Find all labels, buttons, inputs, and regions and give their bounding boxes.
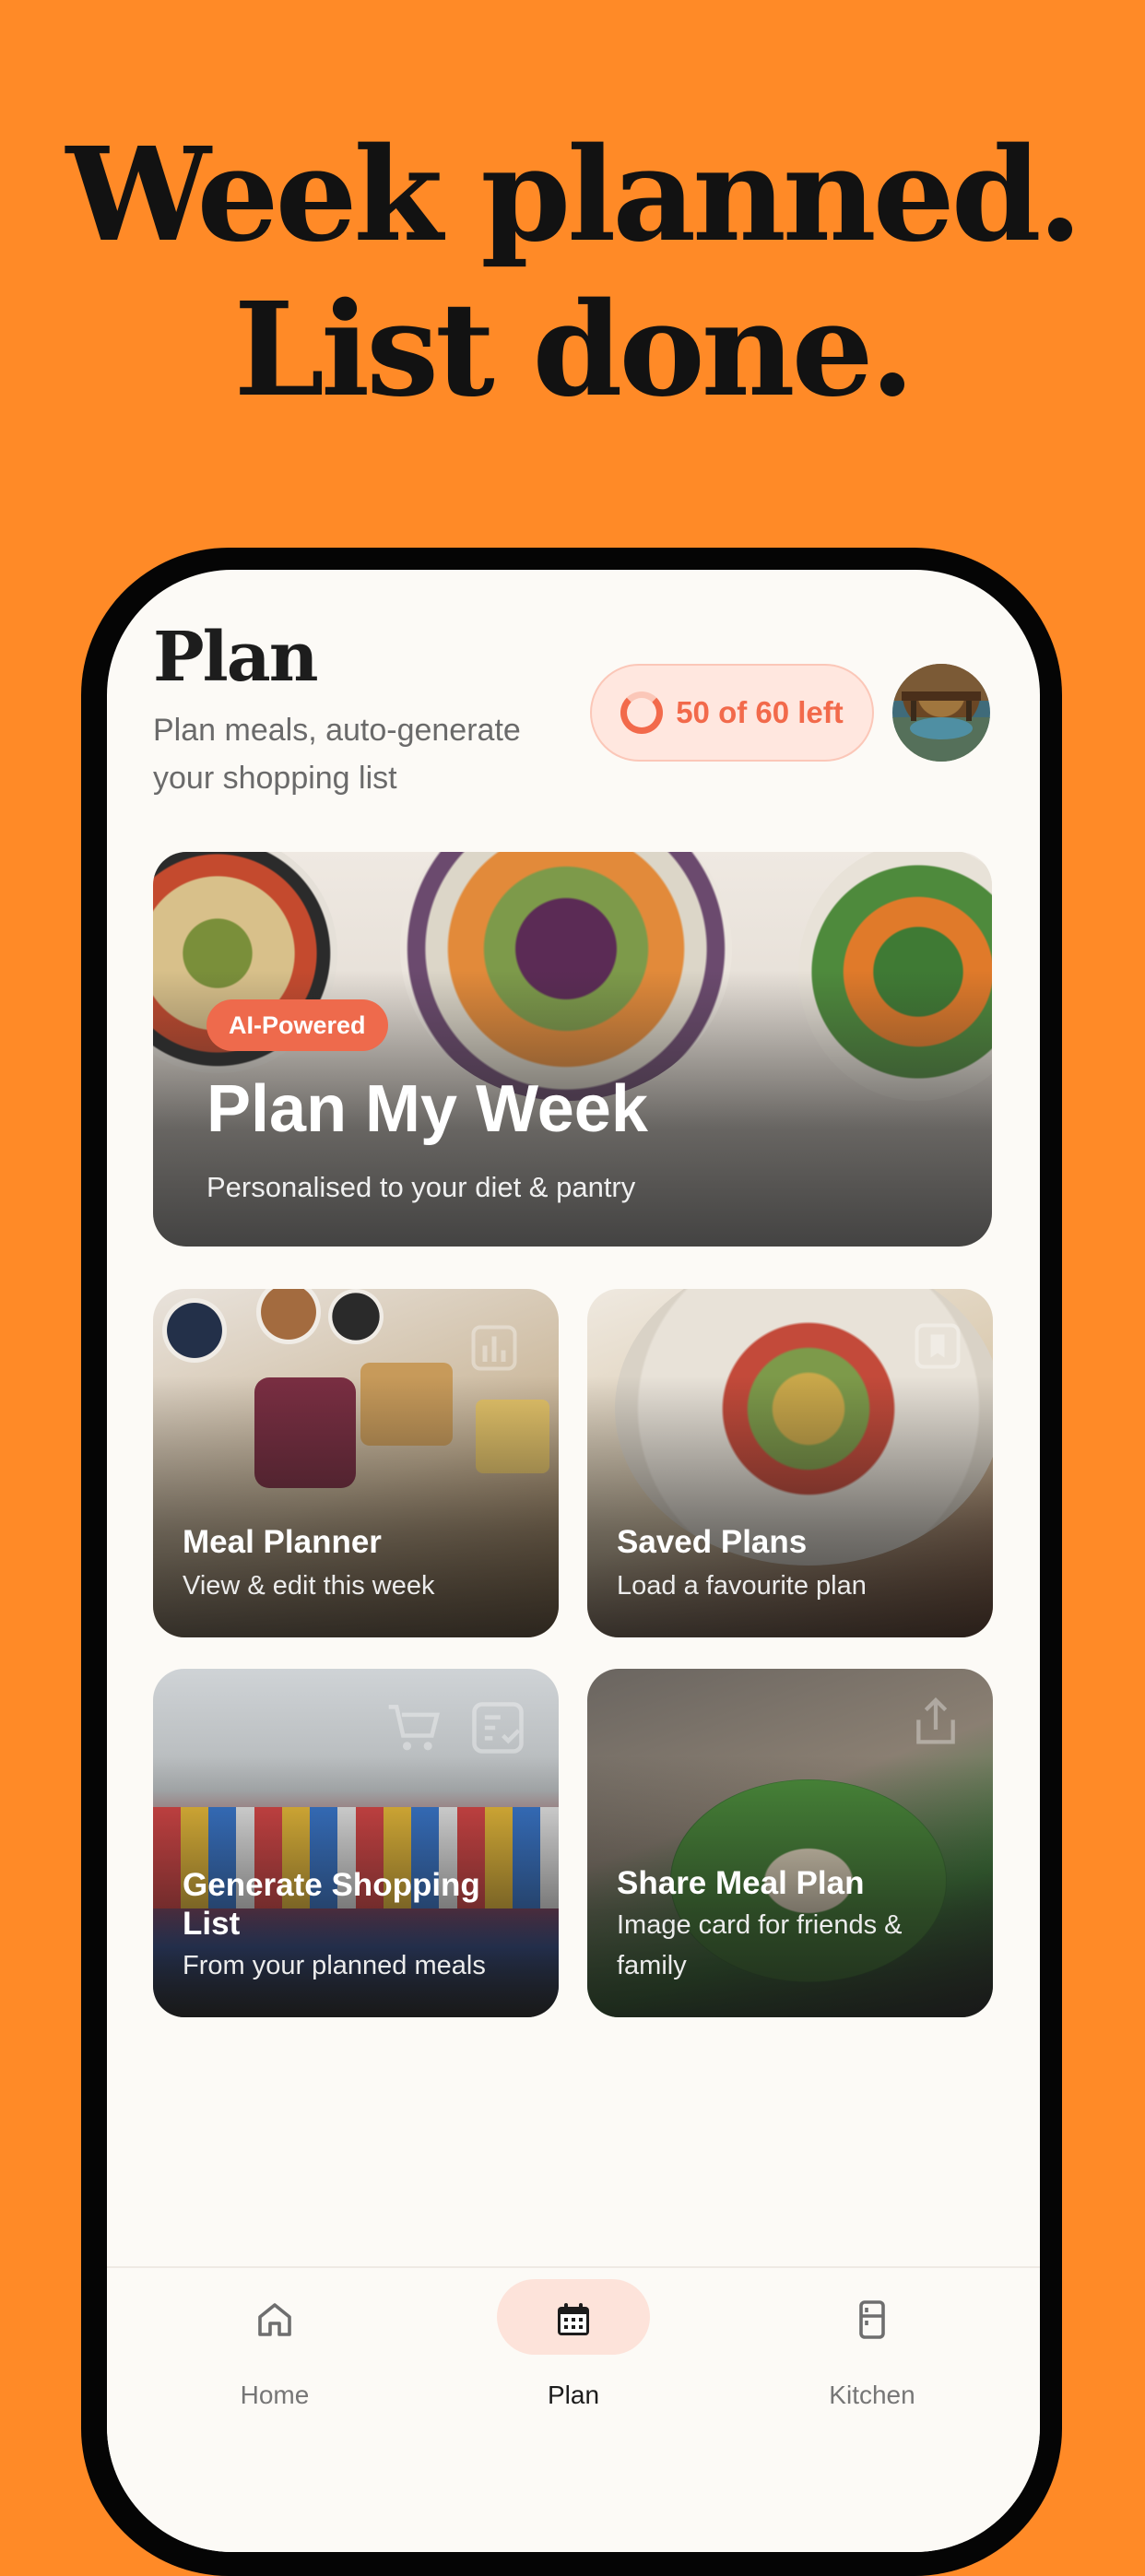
tab-label: Home	[240, 2381, 310, 2409]
share-icon	[916, 1696, 955, 1744]
card-subtitle: From your planned meals	[183, 1951, 486, 1980]
page-subtitle: Plan meals, auto-generate your shopping …	[153, 713, 521, 796]
headline-line-2: List done.	[233, 275, 915, 426]
hero-title: Plan My Week	[207, 1072, 648, 1146]
marketing-headline: Week planned. List done.	[0, 118, 1145, 428]
tab-label: Plan	[547, 2381, 600, 2409]
home-icon	[258, 2303, 291, 2336]
headline-line-1: Week planned.	[65, 120, 1083, 271]
fridge-icon	[859, 2300, 885, 2339]
share-meal-plan-card[interactable]: Share Meal Plan Image card for friends &…	[587, 1669, 993, 2017]
card-title: Share Meal Plan	[617, 1865, 865, 1901]
page-title: Plan	[153, 618, 319, 697]
calendar-icon	[558, 2303, 589, 2335]
card-title: Generate Shopping List	[183, 1867, 480, 1942]
meal-planner-card[interactable]: Meal Planner View & edit this week	[153, 1289, 559, 1637]
quota-text: 50 of 60 left	[676, 695, 844, 729]
card-title: Saved Plans	[617, 1524, 808, 1560]
generation-quota-badge[interactable]: 50 of 60 left	[590, 664, 874, 762]
card-subtitle: Load a favourite plan	[617, 1571, 867, 1601]
bottom-tab-bar: Home Plan Kitchen	[107, 2266, 1040, 2552]
app-screen: Plan Plan meals, auto-generate your shop…	[107, 570, 1040, 2552]
card-title: Meal Planner	[183, 1524, 382, 1560]
shopping-cart-icon	[388, 1705, 440, 1751]
tab-label: Kitchen	[829, 2381, 915, 2409]
checklist-icon	[472, 1702, 524, 1754]
hero-subtitle: Personalised to your diet & pantry	[207, 1171, 636, 1203]
saved-plans-card[interactable]: Saved Plans Load a favourite plan	[587, 1289, 993, 1637]
bar-chart-icon	[471, 1325, 517, 1371]
avatar[interactable]	[892, 664, 990, 762]
ai-powered-badge: AI-Powered	[207, 999, 388, 1051]
card-subtitle: Image card for friends & family	[617, 1910, 903, 1980]
plan-my-week-card[interactable]: AI-Powered Plan My Week Personalised to …	[153, 852, 992, 1247]
card-subtitle: View & edit this week	[183, 1571, 435, 1601]
progress-ring-icon	[620, 691, 664, 734]
avatar-photo	[892, 664, 990, 762]
generate-shopping-list-card[interactable]: Generate Shopping List From your planned…	[153, 1669, 559, 2017]
bookmark-icon	[915, 1323, 961, 1369]
